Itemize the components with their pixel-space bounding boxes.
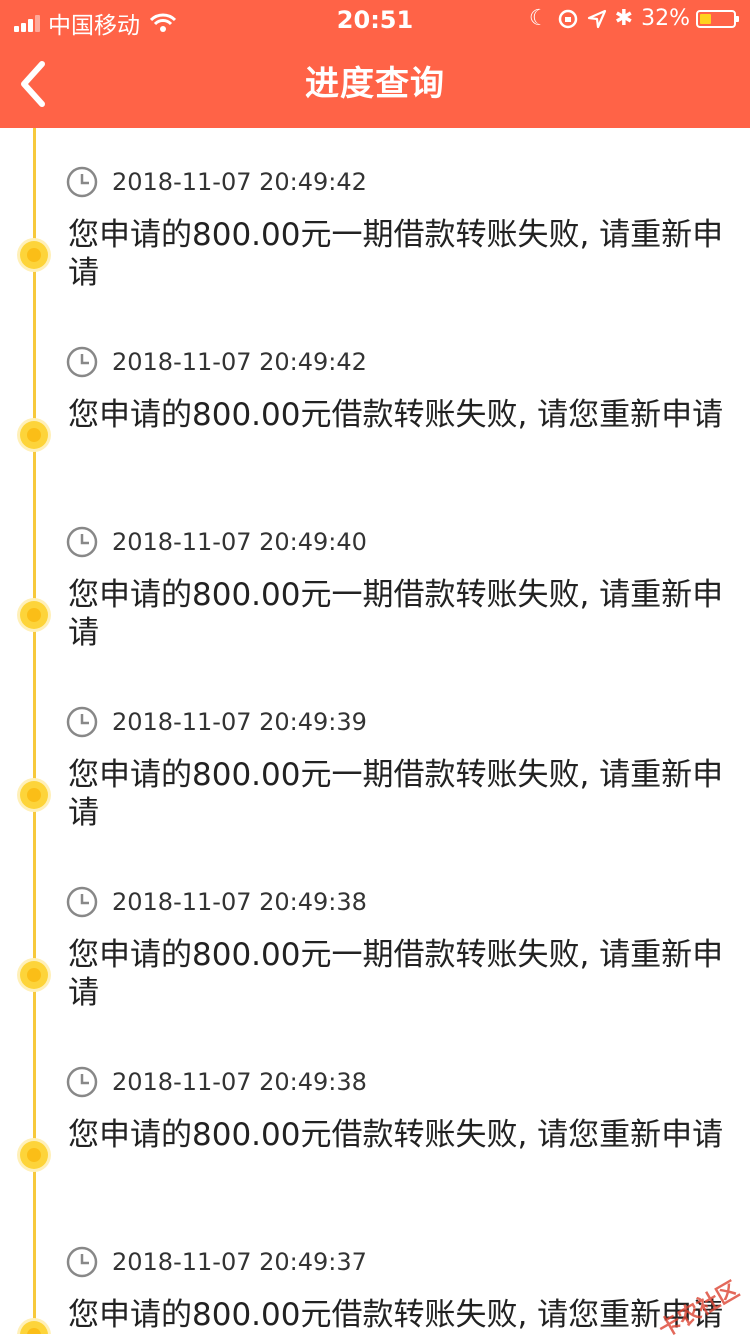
entry-message: 您申请的800.00元一期借款转账失败, 请重新申请: [68, 577, 724, 651]
timeline-dot: [20, 781, 48, 809]
entry-timestamp: 2018-11-07 20:49:39: [112, 708, 367, 736]
entry-timestamp: 2018-11-07 20:49:37: [112, 1248, 367, 1276]
battery-percent: 32%: [641, 6, 690, 31]
clock-icon: [66, 346, 98, 378]
entry-time-row: 2018-11-07 20:49:42: [66, 346, 367, 378]
entry-message: 您申请的800.00元一期借款转账失败, 请重新申请: [68, 217, 724, 291]
timeline-dot: [20, 601, 48, 629]
timeline-dot: [20, 1321, 48, 1334]
entry-time-row: 2018-11-07 20:49:37: [66, 1246, 367, 1278]
timeline-entry: 2018-11-07 20:49:38 您申请的800.00元借款转账失败, 请…: [0, 1028, 750, 1208]
timeline-entry: 2018-11-07 20:49:38 您申请的800.00元一期借款转账失败,…: [0, 848, 750, 1028]
header: 中国移动 20:51 ☾ ✱ 32% 进度查询: [0, 0, 750, 128]
timeline-entry: 2018-11-07 20:49:39 您申请的800.00元一期借款转账失败,…: [0, 668, 750, 848]
moon-icon: ☾: [528, 6, 549, 31]
status-right: ☾ ✱ 32%: [521, 6, 739, 31]
entry-message: 您申请的800.00元借款转账失败, 请您重新申请: [68, 1297, 724, 1333]
location-icon: [587, 9, 606, 28]
entry-timestamp: 2018-11-07 20:49:38: [112, 1068, 367, 1096]
progress-timeline[interactable]: 2018-11-07 20:49:42 您申请的800.00元一期借款转账失败,…: [0, 128, 750, 1334]
entry-time-row: 2018-11-07 20:49:38: [66, 886, 367, 918]
battery-icon: [696, 9, 739, 28]
entry-timestamp: 2018-11-07 20:49:42: [112, 168, 367, 196]
entry-message: 您申请的800.00元一期借款转账失败, 请重新申请: [68, 757, 724, 831]
nav-bar: 进度查询: [0, 40, 750, 128]
status-bar: 中国移动 20:51 ☾ ✱ 32%: [0, 0, 750, 40]
entry-time-row: 2018-11-07 20:49:42: [66, 166, 367, 198]
entry-time-row: 2018-11-07 20:49:39: [66, 706, 367, 738]
clock-icon: [66, 886, 98, 918]
entry-timestamp: 2018-11-07 20:49:38: [112, 888, 367, 916]
clock-icon: [66, 526, 98, 558]
entry-timestamp: 2018-11-07 20:49:40: [112, 528, 367, 556]
bluetooth-icon: ✱: [614, 6, 634, 31]
timeline-entry: 2018-11-07 20:49:42 您申请的800.00元借款转账失败, 请…: [0, 308, 750, 488]
entry-message: 您申请的800.00元一期借款转账失败, 请重新申请: [68, 937, 724, 1011]
entry-message: 您申请的800.00元借款转账失败, 请您重新申请: [68, 397, 724, 433]
timeline-entry: 2018-11-07 20:49:37 您申请的800.00元借款转账失败, 请…: [0, 1208, 750, 1334]
timeline-entry: 2018-11-07 20:49:40 您申请的800.00元一期借款转账失败,…: [0, 488, 750, 668]
entry-message: 您申请的800.00元借款转账失败, 请您重新申请: [68, 1117, 724, 1153]
clock-icon: [66, 1066, 98, 1098]
timeline-dot: [20, 1141, 48, 1169]
timeline-dot: [20, 961, 48, 989]
entry-time-row: 2018-11-07 20:49:38: [66, 1066, 367, 1098]
timeline-dot: [20, 421, 48, 449]
clock-icon: [66, 706, 98, 738]
timeline-dot: [20, 241, 48, 269]
rotation-lock-icon: [558, 9, 577, 28]
entry-time-row: 2018-11-07 20:49:40: [66, 526, 367, 558]
clock-icon: [66, 1246, 98, 1278]
timeline-entry: 2018-11-07 20:49:42 您申请的800.00元一期借款转账失败,…: [0, 128, 750, 308]
page-title: 进度查询: [305, 64, 445, 104]
entry-timestamp: 2018-11-07 20:49:42: [112, 348, 367, 376]
clock-icon: [66, 166, 98, 198]
